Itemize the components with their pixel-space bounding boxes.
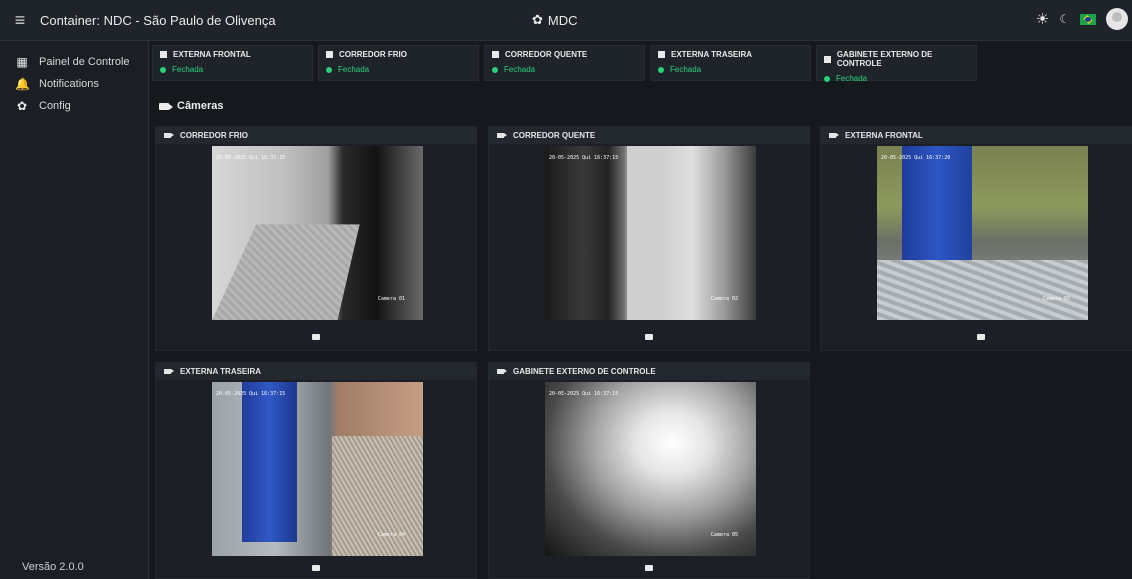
door-status-card: CORREDOR FRIO Fechada <box>318 45 479 81</box>
hd-quality-icon[interactable] <box>645 334 653 340</box>
video-icon <box>164 133 174 138</box>
status-dot-icon <box>824 75 830 82</box>
camera-label: Camera 03 <box>1042 296 1070 302</box>
top-bar: ≡ Container: NDC - São Paulo de Olivença… <box>0 0 1132 41</box>
video-icon <box>829 133 839 138</box>
door-icon <box>160 51 167 58</box>
status-dot-icon <box>160 66 166 73</box>
camera-card: EXTERNA FRONTAL 20-05-2025 Qui 16:37:20 … <box>820 126 1132 351</box>
status-dot-icon <box>492 66 498 73</box>
door-status-card: EXTERNA FRONTAL Fechada <box>152 45 313 81</box>
door-icon <box>492 51 499 58</box>
camera-card: CORREDOR FRIO 20-05-2025 Qui 16:37:15 Ca… <box>155 126 477 351</box>
door-state: Fechada <box>504 65 536 74</box>
status-dot-icon <box>326 66 332 73</box>
center-title-text: MDC <box>547 12 578 28</box>
camera-name: EXTERNA FRONTAL <box>845 131 923 140</box>
sidebar-item-painel-de-controle[interactable]: ▦ Painel de Controle <box>0 51 148 73</box>
camera-feed[interactable]: 20-05-2025 Qui 16:37:15 Camera 02 <box>545 146 756 320</box>
sidebar: ▦ Painel de Controle 🔔 Notifications ✿ C… <box>0 41 149 579</box>
sidebar-item-notifications[interactable]: 🔔 Notifications <box>0 73 148 95</box>
camera-card: CORREDOR QUENTE 20-05-2025 Qui 16:37:15 … <box>488 126 810 351</box>
door-name: CORREDOR QUENTE <box>505 50 588 59</box>
cameras-section-title: Câmeras <box>159 100 223 112</box>
camera-timestamp: 20-05-2025 Qui 16:37:15 <box>549 391 619 397</box>
door-status-card: GABINETE EXTERNO DE CONTROLE Fechada <box>816 45 977 83</box>
door-state: Fechada <box>670 65 702 74</box>
hd-quality-icon[interactable] <box>645 565 653 571</box>
door-state: Fechada <box>338 65 370 74</box>
camera-label: Camera 01 <box>377 296 405 302</box>
main-content: EXTERNA FRONTAL Fechada CORREDOR FRIO Fe… <box>150 41 1132 579</box>
sidebar-item-label: Painel de Controle <box>39 56 130 68</box>
door-state: Fechada <box>836 74 868 83</box>
page-title: Container: NDC - São Paulo de Olivença <box>40 12 276 28</box>
sidebar-item-label: Config <box>39 100 71 112</box>
camera-feed[interactable]: 20-05-2025 Qui 16:37:20 Camera 03 <box>877 146 1088 320</box>
camera-label: Camera 02 <box>710 296 738 302</box>
camera-timestamp: 20-05-2025 Qui 16:37:15 <box>216 391 286 397</box>
sidebar-item-config[interactable]: ✿ Config <box>0 95 148 117</box>
camera-name: EXTERNA TRASEIRA <box>180 367 262 376</box>
avatar[interactable] <box>1106 8 1128 30</box>
door-state: Fechada <box>172 65 204 74</box>
top-right-controls: ☀ ☾ <box>1036 8 1128 30</box>
video-icon <box>497 133 507 138</box>
video-icon <box>497 369 507 374</box>
hd-quality-icon[interactable] <box>312 565 320 571</box>
hd-quality-icon[interactable] <box>312 334 320 340</box>
bell-icon: 🔔 <box>15 77 30 91</box>
door-name: GABINETE EXTERNO DE CONTROLE <box>836 50 933 68</box>
camera-card: EXTERNA TRASEIRA 20-05-2025 Qui 16:37:15… <box>155 362 477 579</box>
hd-quality-icon[interactable] <box>977 334 985 340</box>
door-icon <box>326 51 333 58</box>
door-name: CORREDOR FRIO <box>339 50 407 59</box>
dark-mode-moon-icon[interactable]: ☾ <box>1059 12 1070 26</box>
camera-label: Camera 04 <box>377 532 405 538</box>
status-dot-icon <box>658 66 664 73</box>
camera-card: GABINETE EXTERNO DE CONTROLE 20-05-2025 … <box>488 362 810 579</box>
camera-name: CORREDOR FRIO <box>180 131 248 140</box>
version-label: Versão 2.0.0 <box>22 561 84 573</box>
section-title-text: Câmeras <box>177 100 224 112</box>
camera-name: CORREDOR QUENTE <box>513 131 596 140</box>
sidebar-item-label: Notifications <box>39 78 99 90</box>
camera-feed[interactable]: 20-05-2025 Qui 16:37:15 Camera 01 <box>212 146 423 320</box>
door-status-card: CORREDOR QUENTE Fechada <box>484 45 645 81</box>
hamburger-menu-icon[interactable]: ≡ <box>0 0 40 41</box>
camera-timestamp: 20-05-2025 Qui 16:37:15 <box>216 155 286 161</box>
door-name: EXTERNA FRONTAL <box>173 50 251 59</box>
door-status-card: EXTERNA TRASEIRA Fechada <box>650 45 811 81</box>
door-name: EXTERNA TRASEIRA <box>671 50 753 59</box>
light-mode-sun-icon[interactable]: ☀ <box>1036 10 1049 28</box>
video-camera-icon <box>159 102 173 110</box>
brazil-flag-icon[interactable] <box>1080 13 1096 25</box>
camera-feed[interactable]: 20-05-2025 Qui 16:37:15 Camera 05 <box>545 382 756 556</box>
camera-label: Camera 05 <box>710 532 738 538</box>
door-icon <box>824 55 831 63</box>
center-title: ✿ MDC <box>532 12 578 28</box>
camera-timestamp: 20-05-2025 Qui 16:37:20 <box>881 155 951 161</box>
door-icon <box>658 51 665 58</box>
video-icon <box>164 369 174 374</box>
gear-icon: ✿ <box>532 12 543 27</box>
camera-timestamp: 20-05-2025 Qui 16:37:15 <box>549 155 619 161</box>
dashboard-icon: ▦ <box>16 55 28 69</box>
camera-name: GABINETE EXTERNO DE CONTROLE <box>513 367 656 376</box>
camera-feed[interactable]: 20-05-2025 Qui 16:37:15 Camera 04 <box>212 382 423 556</box>
gear-icon: ✿ <box>16 99 28 113</box>
